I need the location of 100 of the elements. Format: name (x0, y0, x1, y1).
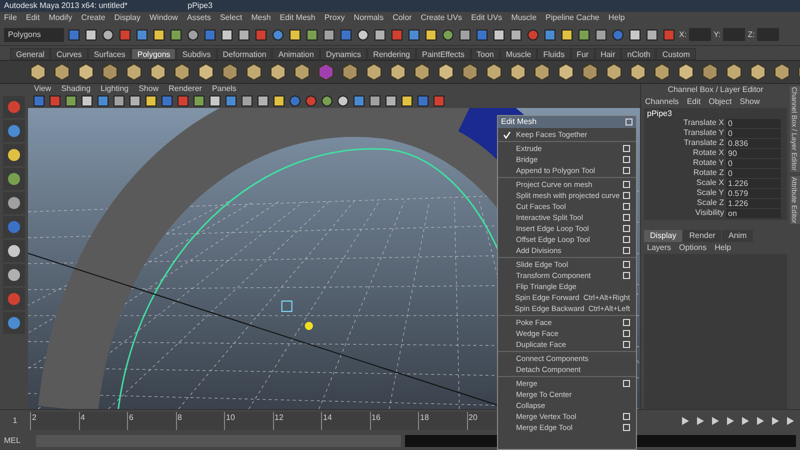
channel-value[interactable]: 90 (726, 148, 781, 158)
layer-menu-item[interactable]: Options (679, 242, 707, 254)
toolbar-icon[interactable] (492, 28, 506, 42)
shelf-tab[interactable]: Polygons (131, 48, 176, 60)
viewport-tool-icon[interactable] (384, 94, 398, 108)
layer-tab[interactable]: Display (644, 230, 682, 242)
option-box-icon[interactable] (623, 236, 630, 243)
panel-menu-item[interactable]: View (34, 83, 52, 95)
menu-item[interactable]: Edit (26, 12, 40, 24)
polygon-shape-icon[interactable] (580, 62, 600, 82)
polygon-shape-icon[interactable] (364, 62, 384, 82)
toolbar-icon[interactable] (356, 28, 370, 42)
menu-item[interactable]: Create (81, 12, 106, 24)
toolbar-icon[interactable] (424, 28, 438, 42)
option-box-icon[interactable] (623, 380, 630, 387)
channel-value[interactable]: 0.836 (726, 138, 781, 148)
option-box-icon[interactable] (623, 203, 630, 210)
option-box-icon[interactable] (623, 424, 630, 431)
polygon-shape-icon[interactable] (196, 62, 216, 82)
polygon-shape-icon[interactable] (652, 62, 672, 82)
layer-menu-item[interactable]: Layers (647, 242, 672, 254)
channel-menu-item[interactable]: Object (708, 96, 732, 108)
shelf-tab[interactable]: Surfaces (88, 48, 132, 60)
viewport-tool-icon[interactable] (272, 94, 286, 108)
toolbar-icon[interactable] (645, 28, 659, 42)
viewport-tool-icon[interactable] (400, 94, 414, 108)
shelf-tab[interactable]: PaintEffects (416, 48, 471, 60)
coordinate-field[interactable] (756, 28, 779, 41)
shelf-tab[interactable]: Muscle (500, 48, 538, 60)
option-box-icon[interactable] (623, 330, 630, 337)
shelf-tab[interactable]: Rendering (367, 48, 416, 60)
channel-value[interactable]: on (726, 208, 781, 218)
polygon-shape-icon[interactable] (628, 62, 648, 82)
polygon-shape-icon[interactable] (676, 62, 696, 82)
menu-item[interactable]: File (4, 12, 17, 24)
playback-icon[interactable] (694, 415, 706, 427)
polygon-shape-icon[interactable] (772, 62, 792, 82)
toolbar-icon[interactable] (373, 28, 387, 42)
playback-icon[interactable] (739, 415, 751, 427)
option-box-icon[interactable] (623, 225, 630, 232)
panel-menu-item[interactable]: Panels (212, 83, 236, 95)
toolbar-icon[interactable] (594, 28, 608, 42)
polygon-shape-icon[interactable] (436, 62, 456, 82)
toolbar-icon[interactable] (628, 28, 642, 42)
option-box-icon[interactable] (623, 145, 630, 152)
toolbar-icon[interactable] (220, 28, 234, 42)
channel-value[interactable]: 0 (726, 168, 781, 178)
playback-icon[interactable] (784, 415, 796, 427)
polygon-shape-icon[interactable] (532, 62, 552, 82)
option-box-icon[interactable] (623, 214, 630, 221)
channel-value[interactable]: 0.579 (726, 188, 781, 198)
channel-value[interactable]: 0 (726, 128, 781, 138)
toolbar-icon[interactable] (543, 28, 557, 42)
menu-item[interactable]: Modify (48, 12, 72, 24)
tear-off-icon[interactable] (625, 118, 633, 126)
toolbar-icon[interactable] (237, 28, 251, 42)
toolbar-icon[interactable] (305, 28, 319, 42)
channel-menu-item[interactable]: Edit (686, 96, 701, 108)
option-box-icon[interactable] (623, 261, 630, 268)
polygon-shape-icon[interactable] (28, 62, 48, 82)
coordinate-field[interactable] (722, 28, 745, 41)
menu-item[interactable]: Select (220, 12, 242, 24)
toolbar-icon[interactable] (169, 28, 183, 42)
playback-icon[interactable] (724, 415, 736, 427)
polygon-shape-icon[interactable] (700, 62, 720, 82)
shelf-tab[interactable]: nCloth (621, 48, 656, 60)
menu-item[interactable]: Create UVs (420, 12, 462, 24)
viewport-tool-icon[interactable] (112, 94, 126, 108)
panel-menu-item[interactable]: Shading (61, 83, 91, 95)
polygon-shape-icon[interactable] (148, 62, 168, 82)
polygon-shape-icon[interactable] (172, 62, 192, 82)
viewport-tool-icon[interactable] (240, 94, 254, 108)
menu-item[interactable]: Edit Mesh (280, 12, 316, 24)
toolbar-icon[interactable] (152, 28, 166, 42)
shelf-tab[interactable]: General (10, 48, 50, 60)
toolbar-icon[interactable] (441, 28, 455, 42)
menu-item[interactable]: Assets (186, 12, 211, 24)
layer-menu-item[interactable]: Help (714, 242, 732, 254)
polygon-shape-icon[interactable] (124, 62, 144, 82)
polygon-shape-icon[interactable] (484, 62, 504, 82)
shelf-tab[interactable]: Custom (656, 48, 696, 60)
menu-item[interactable]: Edit UVs (471, 12, 502, 24)
panel-menu-item[interactable]: Lighting (100, 83, 129, 95)
polygon-shape-icon[interactable] (340, 62, 360, 82)
option-box-icon[interactable] (623, 192, 630, 199)
shelf-tab[interactable]: Toon (470, 48, 500, 60)
menu-item[interactable]: Display (114, 12, 140, 24)
coordinate-field[interactable] (688, 28, 711, 41)
toolbar-icon[interactable] (322, 28, 336, 42)
viewport-tool-icon[interactable] (80, 94, 94, 108)
option-box-icon[interactable] (623, 319, 630, 326)
mode-dropdown[interactable]: Polygons (4, 28, 64, 42)
toolbar-icon[interactable] (186, 28, 200, 42)
viewport-tool-icon[interactable] (352, 94, 366, 108)
polygon-shape-icon[interactable] (100, 62, 120, 82)
polygon-shape-icon[interactable] (52, 62, 72, 82)
toolbar-icon[interactable] (560, 28, 574, 42)
polygon-shape-icon[interactable] (76, 62, 96, 82)
shelf-tab[interactable]: Hair (594, 48, 622, 60)
toolbar-icon[interactable] (288, 28, 302, 42)
